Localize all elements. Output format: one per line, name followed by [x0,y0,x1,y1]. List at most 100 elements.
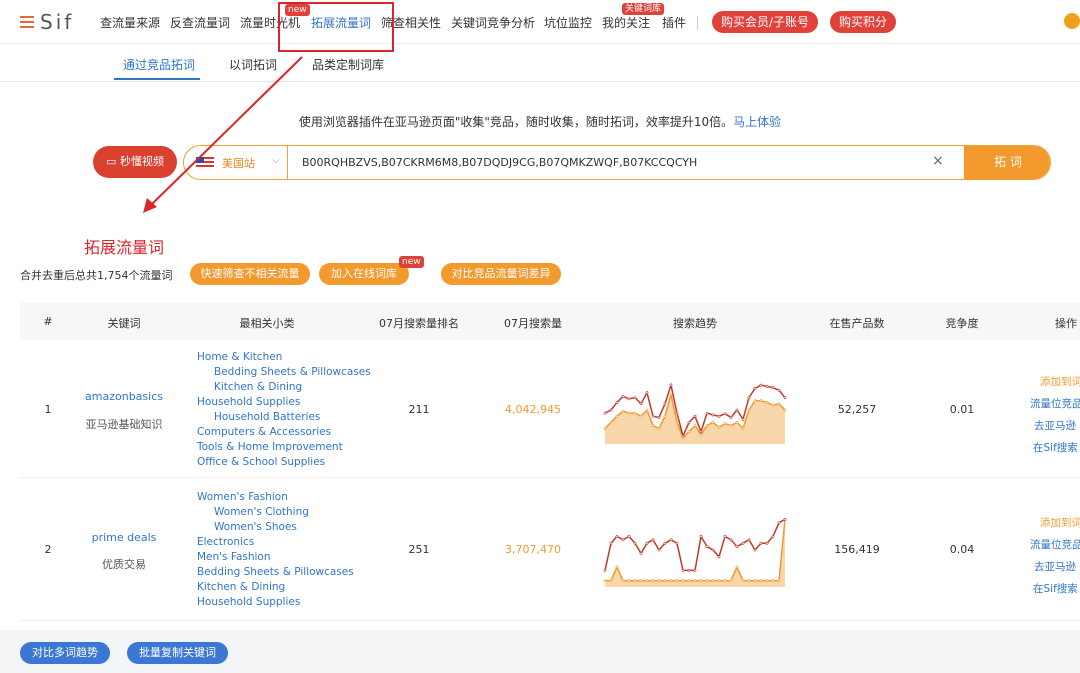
trend-point [771,534,775,538]
trend-chart[interactable] [602,513,788,587]
trend-point [741,427,745,431]
category-link[interactable]: Kitchen & Dining [197,581,285,593]
trend-point [627,579,631,583]
trend-point [687,430,691,434]
trend-point [669,579,673,583]
trend-point [651,424,655,427]
add-to-lib-link[interactable]: 添加到词 [1040,515,1080,530]
go-amazon-link[interactable]: 去亚马逊 [1034,559,1076,574]
col-products[interactable]: 在售产品数 [830,315,885,331]
trend-point [675,411,679,415]
trend-point [753,579,757,583]
compare-trends-button[interactable]: 对比多词趋势 [20,642,110,664]
trend-point [711,548,715,552]
add-to-lib-link[interactable]: 添加到词 [1040,374,1080,389]
traffic-competitor-link[interactable]: 流量位竞品 [1030,537,1080,552]
category-link[interactable]: Women's Clothing [214,506,309,518]
table-row: 1 amazonbasics 亚马逊基础知识 Home & Kitchen Be… [20,340,1080,478]
trend-point [699,433,703,437]
trend-point [657,579,661,583]
category-link[interactable]: Tools & Home Improvement [197,441,343,453]
trend-point [747,538,751,542]
category-link[interactable]: Office & School Supplies [197,456,325,468]
category-link[interactable]: Kitchen & Dining [214,381,302,393]
traffic-competitor-link[interactable]: 流量位竞品 [1030,396,1080,411]
trend-point [717,555,721,559]
category-link[interactable]: Bedding Sheets & Pillowcases [214,366,371,378]
add-to-lib-button[interactable]: 加入在线词库 [319,263,409,285]
row-index: 1 [44,403,52,416]
trend-point [645,541,649,545]
copy-keywords-button[interactable]: 批量复制关键词 [127,642,228,664]
trend-point [609,421,613,424]
trend-point [669,383,673,387]
bottom-action-bar: 对比多词趋势 批量复制关键词 [0,630,1080,673]
trend-point [681,579,685,583]
trend-point [729,538,733,542]
category-link[interactable]: Men's Fashion [197,551,271,563]
category-link[interactable]: Household Batteries [214,411,320,423]
sif-search-link[interactable]: 在Sif搜索 [1033,440,1078,455]
trend-point [615,414,619,418]
trend-point [693,569,697,572]
col-index: # [43,315,53,328]
go-amazon-link[interactable]: 去亚马逊 [1034,418,1076,433]
trend-point [603,579,607,583]
trend-point [711,421,715,424]
trend-point [633,396,637,400]
trend-point [711,413,715,417]
filter-irrelevant-button[interactable]: 快速筛查不相关流量 [190,263,310,285]
trend-point [639,552,643,555]
trend-point [759,399,763,403]
category-link[interactable]: Women's Shoes [214,521,297,533]
trend-point [723,412,727,416]
trend-point [735,565,739,569]
trend-chart[interactable] [602,376,788,444]
category-link[interactable]: Electronics [197,536,254,548]
keyword-link[interactable]: amazonbasics [85,390,163,403]
category-link[interactable]: Bedding Sheets & Pillowcases [197,566,354,578]
trend-area [605,394,785,444]
category-link[interactable]: Home & Kitchen [197,351,282,363]
col-rank[interactable]: 07月搜索量排名 [379,315,459,331]
trend-point [663,541,667,545]
trend-point [765,385,769,388]
trend-point [669,393,673,396]
trend-point [753,548,757,552]
trend-point [657,548,661,552]
add-lib-new-badge: new [399,256,424,268]
keyword-link[interactable]: prime deals [92,531,157,544]
trend-point [621,538,625,542]
trend-point [735,545,739,549]
trend-point [723,534,727,538]
trend-point [765,579,769,583]
trend-point [693,579,697,583]
trend-point [633,579,637,583]
trend-point [645,579,649,583]
compare-competitors-button[interactable]: 对比竞品流量词差异 [441,263,561,285]
trend-point [765,401,769,404]
col-keyword[interactable]: 关键词 [108,315,141,331]
category-link[interactable]: Household Supplies [197,396,300,408]
trend-point [651,414,655,418]
trend-point [639,402,643,406]
trend-point [729,416,733,419]
trend-point [759,579,763,583]
trend-line-red [604,518,786,572]
search-rank: 211 [408,403,430,416]
sif-search-link[interactable]: 在Sif搜索 [1033,581,1078,596]
trend-point [783,408,787,412]
trend-point [777,402,781,406]
trend-point [639,579,643,583]
category-link[interactable]: Household Supplies [197,596,300,608]
trend-point [687,579,691,583]
col-competition[interactable]: 竞争度 [946,315,979,331]
trend-point [771,403,775,407]
trend-point [609,408,613,412]
trend-point [759,541,763,545]
col-volume[interactable]: 07月搜索量 [504,315,562,331]
trend-point [747,408,751,412]
keyword-count-summary: 合并去重后总共1,754个流量词 [20,269,173,282]
category-link[interactable]: Computers & Accessories [197,426,331,438]
category-link[interactable]: Women's Fashion [197,491,288,503]
